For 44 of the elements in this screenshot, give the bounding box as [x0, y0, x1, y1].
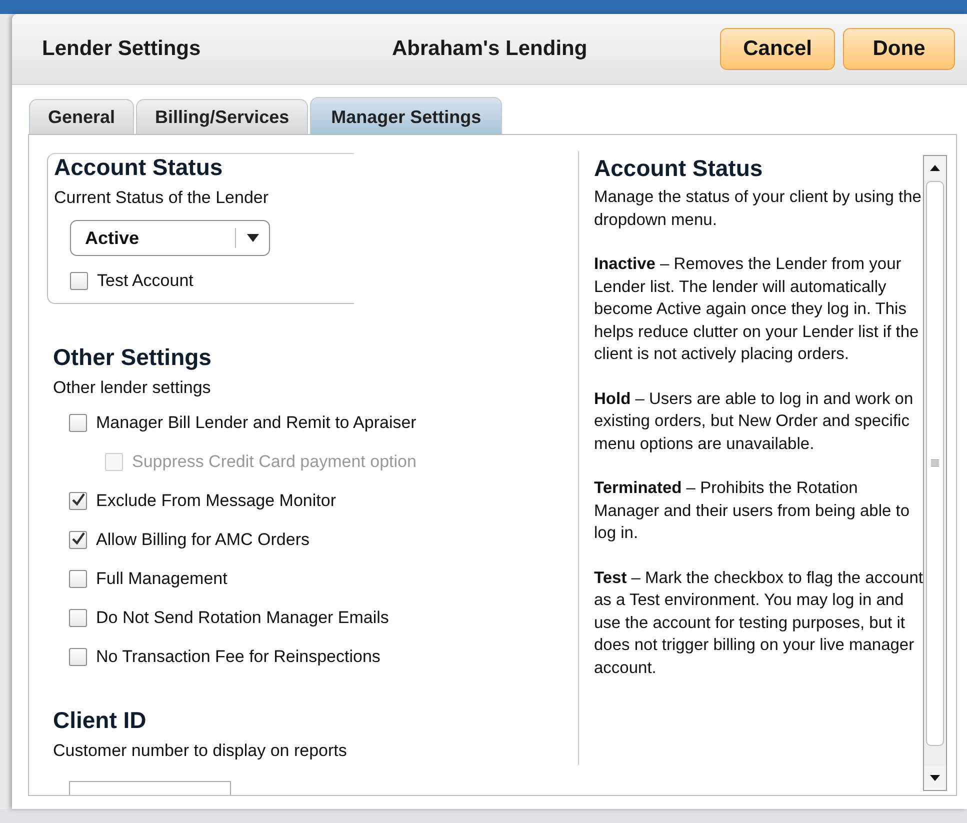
section-heading: Other Settings [53, 344, 212, 371]
dropdown-value: Active [84, 228, 140, 248]
checkbox[interactable] [69, 414, 87, 432]
section-heading: Client ID [53, 707, 148, 734]
section-subtitle: Other lender settings [53, 378, 212, 398]
checkbox-label: Suppress Credit Card payment option [132, 452, 416, 472]
help-paragraph: Terminated – Prohibits the Rotation Manager and their users from being able to log in. [594, 478, 911, 544]
checkbox[interactable] [69, 570, 87, 588]
section-heading: Account Status [54, 154, 224, 181]
grip-icon [931, 459, 939, 468]
tab[interactable]: Billing/Services [136, 99, 308, 134]
scrollbar-thumb[interactable] [926, 181, 944, 746]
help-paragraph: Hold – Users are able to log in and work on existing orders, but New Order and specific menu options are unavailable. [594, 388, 914, 454]
checkmark-icon [70, 492, 86, 508]
header-button[interactable]: Done [843, 28, 955, 70]
help-paragraph: Inactive – Removes the Lender from your Lender list. The lender will automatically become Active again once they log in. This helps reduce clutter on your Lender list if the client is not actively placing orders. [594, 254, 920, 365]
caret-icon [246, 234, 258, 242]
section-subtitle: Current Status of the Lender [54, 188, 270, 208]
checkbox-label: No Transaction Fee for Reinspections [96, 647, 380, 667]
scrollbar[interactable] [923, 155, 947, 791]
dialog-title: Lender Settings [42, 37, 202, 61]
checkbox-label: Test Account [97, 271, 194, 291]
checkmark-icon [70, 530, 86, 546]
scroll-up-icon [930, 165, 940, 171]
checkbox[interactable] [69, 531, 87, 549]
help-paragraph: Test – Mark the checkbox to flag the account as a Test environment. You may log in and use the account for testing purposes, but it does not trigger billing on your live manager account. [594, 568, 923, 678]
scroll-down-icon [930, 775, 940, 781]
tab[interactable]: General [29, 99, 134, 134]
status-dropdown[interactable]: Active [70, 220, 270, 256]
checkbox[interactable] [69, 492, 87, 510]
checkbox-label: Exclude From Message Monitor [96, 491, 336, 511]
tab[interactable]: Manager Settings [310, 97, 502, 134]
checkbox[interactable] [69, 648, 87, 666]
help-paragraph: Manage the status of your client by using the dropdown menu. [594, 187, 922, 230]
client-name: Abraham's Lending [392, 37, 588, 61]
header-button[interactable]: Cancel [720, 28, 835, 70]
checkbox[interactable] [70, 272, 88, 290]
checkbox-label: Do Not Send Rotation Manager Emails [96, 608, 389, 628]
checkbox-label: Full Management [96, 569, 228, 589]
checkbox[interactable] [69, 609, 87, 627]
checkbox-label: Allow Billing for AMC Orders [96, 530, 310, 550]
section-heading: Account Status [594, 155, 764, 182]
section-subtitle: Customer number to display on reports [53, 741, 348, 761]
checkbox-label: Manager Bill Lender and Remit to Apraiser [96, 413, 416, 433]
